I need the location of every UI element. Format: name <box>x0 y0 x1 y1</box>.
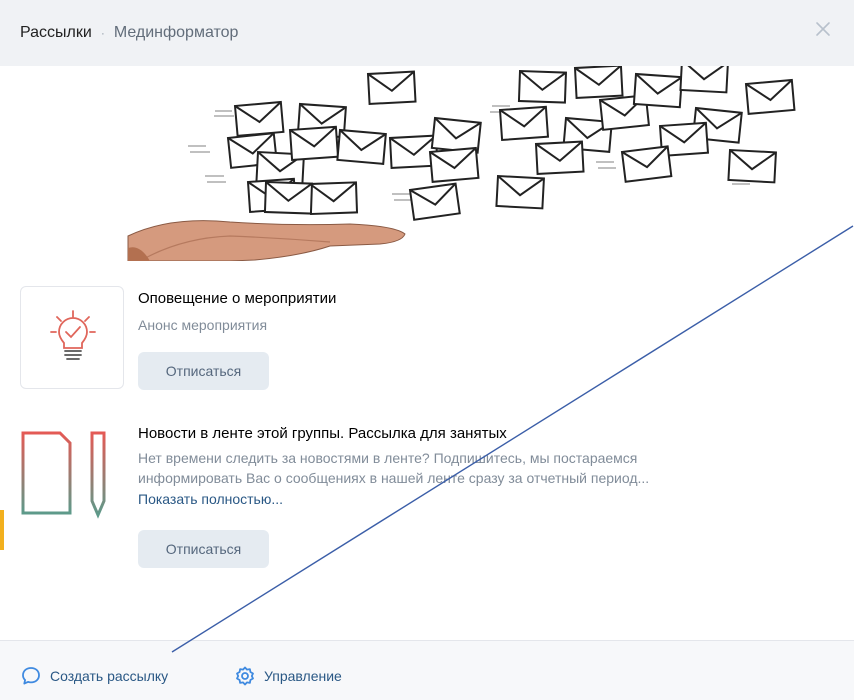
envelopes-illustration <box>127 66 796 261</box>
show-more-link[interactable]: Показать полностью... <box>138 491 283 507</box>
subscription-item-news: Новости в ленте этой группы. Рассылка дл… <box>20 423 820 573</box>
unsubscribe-button[interactable]: Отписаться <box>138 530 269 568</box>
document-pencil-icon <box>21 431 106 519</box>
modal-footer: Создать рассылку Управление <box>0 640 854 700</box>
close-icon[interactable] <box>814 20 832 38</box>
chat-bubble-icon <box>22 667 40 685</box>
subscription-title: Оповещение о мероприятии <box>138 290 337 307</box>
subscription-description-line-1: Нет времени следить за новостями в ленте… <box>138 450 638 466</box>
manage-label: Управление <box>264 668 342 684</box>
gear-icon <box>236 666 254 686</box>
create-mailing-button[interactable]: Создать рассылку <box>20 665 168 687</box>
manage-button[interactable]: Управление <box>234 665 342 687</box>
side-accent-tab <box>0 510 4 550</box>
modal-header: Рассылки · Мединформатор <box>0 0 854 66</box>
header-section-title[interactable]: Рассылки <box>20 24 92 42</box>
subscription-description: Анонс мероприятия <box>138 317 268 333</box>
banner-image <box>0 66 854 261</box>
unsubscribe-button[interactable]: Отписаться <box>138 352 269 390</box>
subscription-title: Новости в ленте этой группы. Рассылка дл… <box>138 425 507 442</box>
header-separator: · <box>100 26 105 40</box>
header-group-name: Мединформатор <box>113 24 239 41</box>
subscription-description-line-2: информировать Вас о сообщениях в нашей л… <box>138 470 650 486</box>
subscription-item-event: Оповещение о мероприятии Анонс мероприят… <box>20 286 820 396</box>
lightbulb-icon <box>50 310 96 360</box>
create-mailing-label: Создать рассылку <box>50 668 169 684</box>
subscription-thumbnail <box>20 286 124 389</box>
subscription-thumbnail <box>20 423 124 526</box>
